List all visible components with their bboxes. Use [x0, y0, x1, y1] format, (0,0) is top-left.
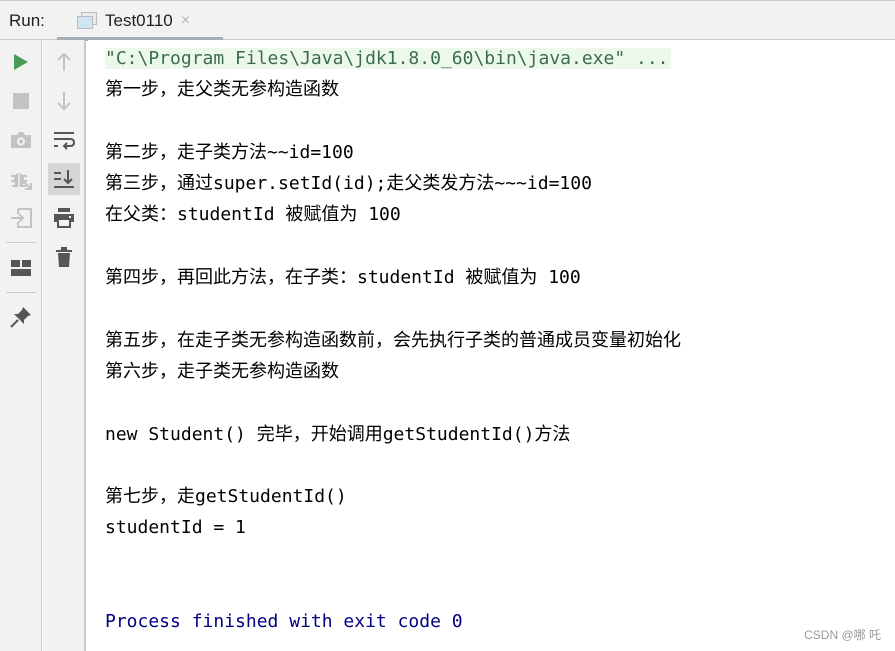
java-command: "C:\Program Files\Java\jdk1.8.0_60\bin\j…: [105, 48, 671, 69]
console-output[interactable]: "C:\Program Files\Java\jdk1.8.0_60\bin\j…: [88, 40, 895, 651]
stop-icon: [13, 93, 29, 109]
run-label: Run:: [9, 11, 45, 30]
console-line: 第二步，走子类方法~~id=100: [105, 141, 354, 163]
rerun-button[interactable]: [5, 46, 37, 78]
console-window-icon: [77, 11, 97, 30]
console-line: 第三步，通过super.setId(id);走父类发方法~~~id=100: [105, 173, 592, 195]
tab-test0110[interactable]: Test0110 ×: [57, 1, 223, 41]
close-icon[interactable]: ×: [181, 12, 190, 30]
down-arrow-icon: [57, 92, 71, 111]
debug-exit-icon: [11, 172, 32, 190]
up-arrow-icon: [57, 52, 71, 71]
console-line: 第四步，再回此方法，在子类：studentId 被赋值为 100: [105, 267, 581, 289]
rerun-icon: [14, 54, 28, 70]
restore-layout-button[interactable]: [5, 202, 37, 234]
run-toolbar-right: [43, 40, 86, 651]
console-line: new Student() 完毕，开始调用getStudentId()方法: [105, 423, 571, 445]
trash-icon: [56, 247, 72, 267]
watermark: CSDN @哪 吒: [804, 628, 881, 642]
console-line: 第七步，走getStudentId(): [105, 486, 347, 508]
camera-icon: [11, 132, 31, 148]
console-line: studentId = 1: [105, 517, 246, 539]
scroll-to-end-icon: [54, 170, 74, 188]
exit-message: Process finished with exit code 0: [105, 611, 463, 633]
pin-icon: [10, 307, 31, 328]
console-line: 第五步，在走子类无参构造函数前，会先执行子类的普通成员变量初始化: [105, 329, 681, 351]
layout-icon: [11, 260, 31, 276]
console-line: 在父类：studentId 被赋值为 100: [105, 204, 401, 226]
layout-button[interactable]: [5, 252, 37, 284]
console-line: 第六步，走子类无参构造函数: [105, 360, 339, 382]
import-icon: [11, 208, 32, 228]
tab-title: Test0110: [105, 10, 173, 30]
console-command-line: "C:\Program Files\Java\jdk1.8.0_60\bin\j…: [105, 43, 895, 74]
run-tool-window-header: Run: Test0110 ×: [0, 0, 895, 41]
soft-wrap-icon: [54, 132, 75, 150]
soft-wrap-button[interactable]: [48, 124, 80, 156]
next-occurrence-button[interactable]: [48, 85, 80, 117]
scroll-to-end-button[interactable]: [48, 163, 80, 195]
toolbar-separator: [6, 242, 36, 243]
console-line: 第一步，走父类无参构造函数: [105, 79, 339, 101]
exit-debug-button[interactable]: [5, 163, 37, 195]
pin-tab-button[interactable]: [5, 301, 37, 333]
run-toolbar-left: [0, 40, 42, 651]
print-button[interactable]: [48, 202, 80, 234]
stop-button[interactable]: [5, 85, 37, 117]
print-icon: [54, 208, 74, 228]
dump-threads-button[interactable]: [5, 124, 37, 156]
clear-all-button[interactable]: [48, 241, 80, 273]
toolbar-separator: [6, 292, 36, 293]
previous-occurrence-button[interactable]: [48, 46, 80, 78]
